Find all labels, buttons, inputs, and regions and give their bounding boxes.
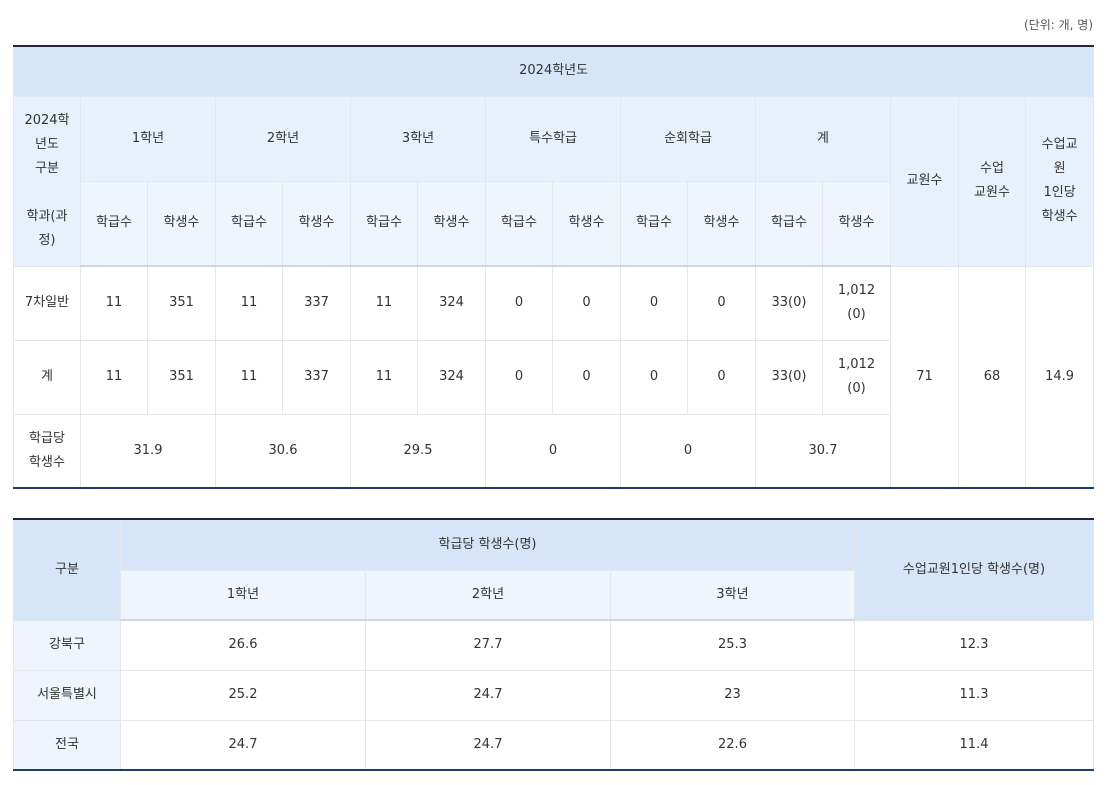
table-cell: 12.3 [854, 619, 1094, 671]
table-cell: 24.7 [120, 719, 366, 771]
table-cell: 11 [215, 265, 283, 341]
sub-header-classes: 학급수 [485, 180, 553, 267]
table-cell: 23 [610, 669, 855, 721]
table-cell: 0 [687, 265, 756, 341]
sub-header-classes: 학급수 [80, 180, 148, 267]
table-cell: 25.2 [120, 669, 366, 721]
table-cell: 337 [282, 265, 351, 341]
group-header-itinerant: 순회학급 [620, 95, 756, 182]
ratio-header: 수업교원1인당 학생수(명) [854, 518, 1094, 621]
comparison-table: 구분 학급당 학생수(명) 수업교원1인당 학생수(명) 1학년 2학년 3학년… [13, 518, 1094, 771]
group-header-special: 특수학급 [485, 95, 621, 182]
sub-header-classes: 학급수 [620, 180, 688, 267]
average-cell: 29.5 [350, 413, 486, 489]
sub-header-students: 학생수 [147, 180, 216, 267]
group-header-grade1: 1학년 [80, 95, 216, 182]
sub-header-students: 학생수 [687, 180, 756, 267]
table-cell: 1,012 (0) [822, 339, 891, 415]
table-cell: 11 [80, 339, 148, 415]
table-row: 강북구 26.6 27.7 25.3 12.3 [13, 619, 1094, 671]
table-cell: 11 [215, 339, 283, 415]
sub-header-classes: 학급수 [755, 180, 823, 267]
table-cell: 324 [417, 339, 486, 415]
row-label: 전국 [13, 719, 121, 771]
average-cell: 31.9 [80, 413, 216, 489]
class-student-table: 2024학년도 2024학 년도 구분 학과(과 정) 1학년 2학년 3학년 … [12, 45, 1095, 489]
table-cell: 0 [485, 339, 553, 415]
sub-header-students: 학생수 [552, 180, 621, 267]
table-cell: 0 [552, 265, 621, 341]
row-label: 서울특별시 [13, 669, 121, 721]
row-label: 학급당 학생수 [13, 413, 81, 489]
table-cell: 27.7 [365, 619, 611, 671]
table-row: 전국 24.7 24.7 22.6 11.4 [13, 719, 1094, 771]
grade-header: 1학년 [120, 569, 366, 621]
table-cell: 11.3 [854, 669, 1094, 721]
table-cell: 0 [485, 265, 553, 341]
table-cell: 24.7 [365, 719, 611, 771]
year-header: 2024학년도 [12, 45, 1095, 97]
teachers-header: 교원수 [890, 95, 959, 267]
table-cell: 324 [417, 265, 486, 341]
group-header-grade2: 2학년 [215, 95, 351, 182]
ratio-header: 수업교 원 1인당 학생수 [1024, 95, 1095, 267]
teachers-value: 71 [890, 265, 959, 489]
average-cell: 0 [485, 413, 621, 489]
table-cell: 351 [147, 265, 216, 341]
table-cell: 0 [620, 265, 688, 341]
table-cell: 11 [80, 265, 148, 341]
row-label: 강북구 [13, 619, 121, 671]
table-cell: 11 [350, 339, 418, 415]
table-cell: 11.4 [854, 719, 1094, 771]
table-row: 7차일반 11 351 11 337 11 324 0 0 0 0 33(0) … [13, 265, 1095, 489]
table-cell: 24.7 [365, 669, 611, 721]
class-teachers-value: 68 [958, 265, 1026, 489]
average-cell: 30.7 [755, 413, 891, 489]
row-label: 계 [13, 339, 81, 415]
group-header-total: 계 [755, 95, 891, 182]
unit-note: (단위: 개, 명) [1023, 18, 1093, 32]
sub-header-students: 학생수 [282, 180, 351, 267]
table-cell: 26.6 [120, 619, 366, 671]
class-teachers-header: 수업 교원수 [958, 95, 1026, 267]
row-label: 7차일반 [13, 265, 81, 341]
grade-header: 2학년 [365, 569, 611, 621]
sub-header-students: 학생수 [417, 180, 486, 267]
average-cell: 0 [620, 413, 756, 489]
table-cell: 33(0) [755, 339, 823, 415]
table-cell: 25.3 [610, 619, 855, 671]
sub-header-students: 학생수 [822, 180, 891, 267]
table-cell: 11 [350, 265, 418, 341]
table-cell: 351 [147, 339, 216, 415]
average-cell: 30.6 [215, 413, 351, 489]
table-cell: 22.6 [610, 719, 855, 771]
table-cell: 0 [687, 339, 756, 415]
table-cell: 33(0) [755, 265, 823, 341]
corner-header: 구분 [13, 518, 121, 621]
table-cell: 1,012 (0) [822, 265, 891, 341]
table-cell: 337 [282, 339, 351, 415]
group-header: 학급당 학생수(명) [120, 518, 855, 571]
grade-header: 3학년 [610, 569, 855, 621]
group-header-grade3: 3학년 [350, 95, 486, 182]
sub-header-classes: 학급수 [215, 180, 283, 267]
ratio-value: 14.9 [1024, 265, 1095, 489]
sub-header-classes: 학급수 [350, 180, 418, 267]
table-cell: 0 [552, 339, 621, 415]
table-cell: 0 [620, 339, 688, 415]
corner-header: 2024학 년도 구분 학과(과 정) [13, 95, 81, 267]
table-row: 서울특별시 25.2 24.7 23 11.3 [13, 669, 1094, 721]
